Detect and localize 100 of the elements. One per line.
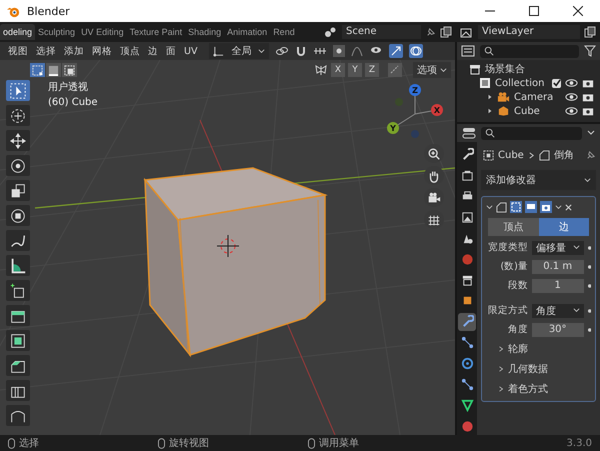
number-field[interactable]: 30° [532, 322, 584, 336]
move-tool-button[interactable] [6, 130, 30, 151]
inset-tool-button[interactable] [6, 330, 30, 351]
face-select-mode-button[interactable] [62, 63, 77, 77]
falloff-curve-icon[interactable] [351, 45, 364, 57]
axes-icon [213, 46, 224, 56]
affect-toggle[interactable]: 边 [538, 218, 589, 236]
eye-icon[interactable] [565, 78, 578, 88]
annotate-tool-button[interactable] [6, 230, 30, 251]
chevron-down-icon[interactable] [555, 204, 562, 210]
dropdown-field[interactable]: 偏移量 [532, 240, 584, 254]
scene-field[interactable]: Scene [342, 25, 421, 39]
menu-item[interactable]: 面 [162, 44, 180, 58]
extrude-tool-button[interactable] [6, 305, 30, 326]
outliner-item[interactable]: Camera [514, 92, 561, 102]
affect-toggle[interactable]: 顶点 [488, 218, 538, 236]
mirror-axis-button[interactable]: Y [348, 63, 362, 77]
eye-icon[interactable] [565, 92, 578, 102]
workspace-tab[interactable]: Shading [185, 24, 224, 40]
mesh-symmetry-icon[interactable] [388, 63, 402, 77]
workspace-tab[interactable]: Rend [270, 24, 298, 40]
scene-collection-label[interactable]: 场景集合 [485, 62, 525, 76]
modifier-properties-tab[interactable] [458, 312, 476, 331]
butterfly-icon[interactable] [314, 64, 328, 76]
render-toggle-icon[interactable] [540, 201, 552, 213]
workspace-tab[interactable]: Animation [224, 24, 270, 40]
outliner-item[interactable]: Cube [514, 106, 561, 116]
menu-item[interactable]: 选择 [32, 44, 60, 58]
close-icon[interactable] [565, 204, 572, 210]
edge-mode-icon [48, 64, 59, 76]
edit-mode-toggle-icon[interactable] [510, 201, 522, 213]
mirror-axis-button[interactable]: Z [365, 63, 379, 77]
options-dropdown[interactable]: 选项 [413, 62, 451, 78]
scale-tool-button[interactable] [6, 180, 30, 201]
image-stack-icon[interactable] [460, 26, 474, 38]
camera-icon[interactable] [582, 92, 594, 102]
scene-icon[interactable] [324, 26, 338, 38]
rotate-tool-button[interactable] [6, 155, 30, 176]
menu-item[interactable]: UV [180, 46, 202, 56]
copy-icon[interactable] [584, 26, 596, 38]
link-icon[interactable] [275, 45, 290, 57]
proportional-edit-icon[interactable] [333, 45, 346, 57]
edge-select-mode-button[interactable] [46, 63, 61, 77]
add-modifier-dropdown[interactable]: 添加修改器 [481, 170, 596, 190]
transform-tool-button[interactable] [6, 205, 30, 226]
camera-icon[interactable] [582, 106, 594, 116]
mesh-object-icon [497, 105, 510, 117]
workspace-tab[interactable]: Texture Paint [126, 24, 186, 40]
number-field[interactable]: 1 [532, 278, 584, 292]
workspace-tab[interactable]: Sculpting [35, 24, 78, 40]
dropdown-field[interactable]: 角度 [532, 304, 584, 318]
chevron-down-icon[interactable] [587, 129, 595, 137]
workspace-tab[interactable]: odeling [0, 24, 36, 40]
measure-tool-button[interactable] [6, 255, 30, 276]
view-layer-field[interactable]: ViewLayer [478, 25, 580, 39]
snap-grid-icon[interactable] [313, 45, 328, 57]
menu-item[interactable]: 视图 [4, 44, 32, 58]
filter-icon[interactable] [584, 45, 596, 57]
search-field[interactable] [481, 126, 582, 140]
keyframe-dot-icon[interactable] [588, 246, 591, 250]
menu-item[interactable]: 添加 [60, 44, 88, 58]
menu-item[interactable]: 网格 [88, 44, 116, 58]
keyframe-dot-icon[interactable] [588, 284, 591, 288]
subpanel-header[interactable]: 着色方式 [486, 381, 591, 397]
cursor-tool-button[interactable] [6, 105, 30, 126]
keyframe-dot-icon[interactable] [588, 264, 591, 268]
mirror-axis-button[interactable]: X [331, 63, 345, 77]
add-cube-tool-button[interactable] [6, 280, 30, 301]
menu-item[interactable]: 边 [144, 44, 162, 58]
expand-arrow-icon[interactable] [487, 108, 493, 114]
search-field[interactable] [480, 44, 579, 58]
visibility-checkbox[interactable] [552, 78, 561, 88]
outliner-editor-icon[interactable] [461, 45, 475, 57]
knife-tool-button[interactable] [6, 405, 30, 426]
orientation-dropdown[interactable]: 全局 [209, 43, 270, 59]
outliner-item[interactable]: Collection [495, 78, 548, 88]
keyframe-dot-icon[interactable] [588, 308, 591, 312]
keyframe-dot-icon[interactable] [588, 328, 591, 332]
camera-icon[interactable] [582, 78, 594, 88]
bevel-tool-button[interactable] [6, 355, 30, 376]
expand-arrow-icon[interactable] [487, 94, 493, 100]
copy-icon[interactable] [440, 26, 452, 38]
eye-icon[interactable] [565, 106, 578, 116]
vertex-select-mode-button[interactable] [30, 63, 45, 77]
number-field[interactable]: 0.1 m [532, 260, 584, 274]
overlay-toggle-icon[interactable] [409, 44, 424, 58]
viewport-toggle-icon[interactable] [525, 201, 537, 213]
subpanel-header[interactable]: 几何数据 [486, 361, 591, 377]
pin-icon[interactable] [585, 150, 596, 160]
select-tool-button[interactable] [6, 80, 30, 101]
magnet-icon[interactable] [295, 45, 308, 57]
gizmo-toggle-icon[interactable] [389, 44, 404, 58]
loop-cut-tool-button[interactable] [6, 380, 30, 401]
workspace-tab[interactable]: UV Editing [78, 24, 127, 40]
subpanel-header[interactable]: 轮廓 [486, 341, 591, 357]
properties-editor-icon[interactable] [462, 127, 476, 139]
particles-icon [460, 336, 474, 350]
pin-icon[interactable] [425, 26, 436, 38]
navigation-gizmo[interactable]: Z Y X [385, 82, 445, 142]
menu-item[interactable]: 顶点 [116, 44, 144, 58]
